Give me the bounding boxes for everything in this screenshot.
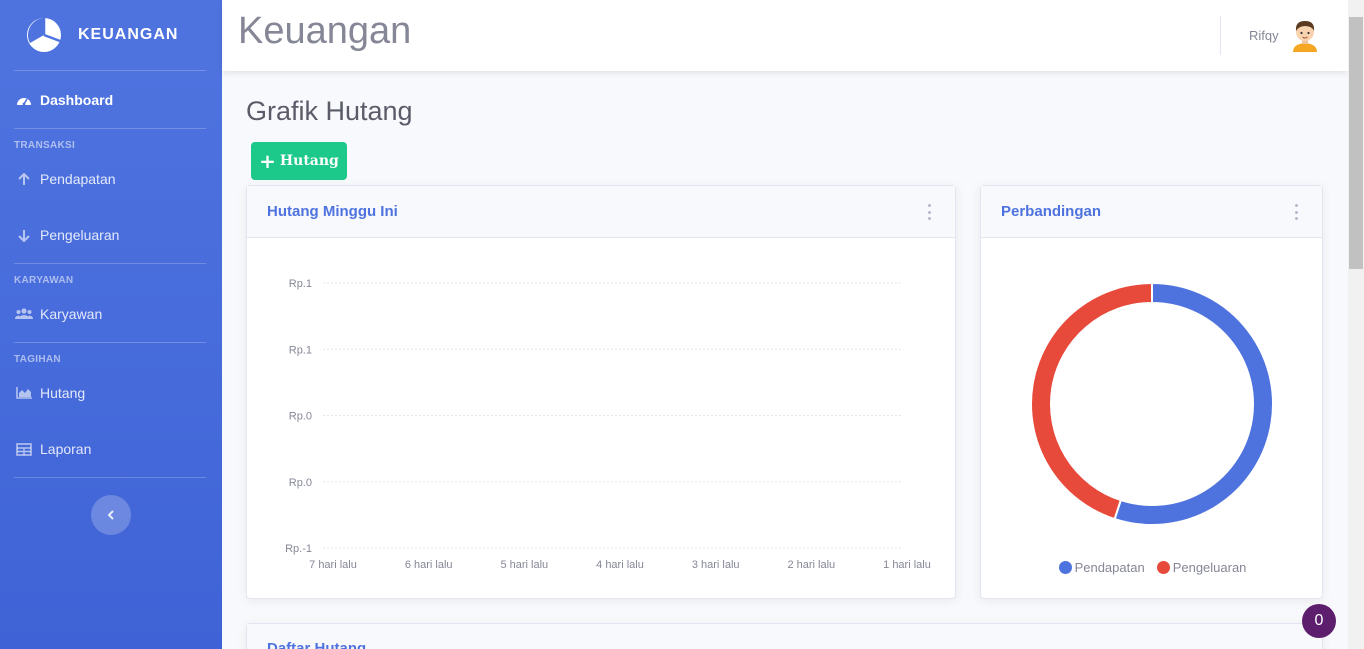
sidebar-item-pengeluaran[interactable]: Pengeluaran xyxy=(0,207,222,263)
sidebar-heading-transaksi: TRANSAKSI xyxy=(14,140,76,151)
legend-label: Pendapatan xyxy=(1074,560,1145,575)
donut-slice-pendapatan[interactable] xyxy=(1113,281,1274,526)
add-hutang-button[interactable]: + Hutang xyxy=(251,142,347,180)
add-hutang-label: Hutang xyxy=(279,153,339,169)
sidebar-item-dashboard[interactable]: Dashboard xyxy=(0,71,222,128)
legend-item-pengeluaran[interactable]: Pengeluaran xyxy=(1156,560,1247,575)
y-tick-label: Rp.0 xyxy=(289,411,312,423)
y-tick-label: Rp.1 xyxy=(289,278,312,290)
card-daftar-hutang: Daftar Hutang xyxy=(246,623,1323,649)
card-title: Daftar Hutang xyxy=(267,640,367,649)
x-tick-label: 5 hari lalu xyxy=(500,559,548,571)
scrollbar-thumb[interactable] xyxy=(1349,17,1363,269)
kebab-menu-icon[interactable] xyxy=(925,204,933,220)
sidebar-item-label: Laporan xyxy=(40,441,92,457)
tachometer-icon xyxy=(15,92,33,108)
donut-slice-pengeluaran[interactable] xyxy=(1030,281,1153,521)
arrow-up-icon xyxy=(15,171,33,187)
sidebar-item-label: Karyawan xyxy=(40,306,103,322)
sidebar-item-label: Pengeluaran xyxy=(40,227,120,243)
card-title: Hutang Minggu Ini xyxy=(267,203,398,220)
page-heading: Grafik Hutang xyxy=(246,96,413,126)
sidebar-item-label: Pendapatan xyxy=(40,171,116,187)
sidebar: KEUANGAN Dashboard TRANSAKSI Pendapatan … xyxy=(0,0,222,649)
topbar: Keuangan Rifqy xyxy=(222,0,1348,71)
user-name: Rifqy xyxy=(1249,27,1279,43)
topbar-divider xyxy=(1220,16,1221,55)
sidebar-heading-tagihan: TAGIHAN xyxy=(14,354,61,365)
x-tick-label: 4 hari lalu xyxy=(596,559,644,571)
sidebar-item-karyawan[interactable]: Karyawan xyxy=(0,286,222,342)
card-header: Hutang Minggu Ini xyxy=(247,186,955,238)
sidebar-item-hutang[interactable]: Hutang xyxy=(0,365,222,421)
card-hutang-minggu-ini: Hutang Minggu Ini Rp.1 Rp.1 Rp.0 Rp.0 Rp.-1 7… xyxy=(246,185,956,599)
sidebar-item-label: Hutang xyxy=(40,385,86,401)
donut-chart xyxy=(1030,281,1274,526)
legend-swatch xyxy=(1058,561,1072,574)
kebab-menu-icon[interactable] xyxy=(1292,204,1300,220)
legend-swatch xyxy=(1156,561,1170,574)
pie-chart-icon xyxy=(27,18,61,52)
area-chart-icon xyxy=(15,385,33,401)
users-icon xyxy=(15,306,33,322)
avatar xyxy=(1292,21,1317,52)
user-menu[interactable]: Rifqy xyxy=(1249,18,1320,52)
sidebar-item-label: Dashboard xyxy=(40,91,114,108)
notification-badge[interactable]: 0 xyxy=(1302,604,1336,638)
plus-icon: + xyxy=(259,149,276,173)
y-tick-label: Rp.-1 xyxy=(285,543,312,555)
x-tick-label: 3 hari lalu xyxy=(692,559,740,571)
chevron-left-icon xyxy=(107,510,114,520)
sidebar-heading-karyawan: KARYAWAN xyxy=(14,275,74,286)
card-header: Daftar Hutang xyxy=(247,624,1322,649)
x-tick-label: 2 hari lalu xyxy=(787,559,835,571)
sidebar-item-laporan[interactable]: Laporan xyxy=(0,421,222,477)
legend-label: Pengeluaran xyxy=(1172,560,1247,575)
legend-item-pendapatan[interactable]: Pendapatan xyxy=(1058,560,1145,575)
card-title: Perbandingan xyxy=(1001,203,1102,220)
sidebar-toggle-button[interactable] xyxy=(91,495,131,535)
x-tick-label: 6 hari lalu xyxy=(405,559,453,571)
topbar-title: Keuangan xyxy=(238,10,412,52)
sidebar-divider xyxy=(14,477,206,478)
sidebar-item-pendapatan[interactable]: Pendapatan xyxy=(0,151,222,207)
y-tick-label: Rp.0 xyxy=(289,477,312,489)
chart-legend: Pendapatan Pengeluaran xyxy=(981,560,1324,575)
x-tick-label: 7 hari lalu xyxy=(309,559,357,571)
sidebar-brand[interactable]: KEUANGAN xyxy=(0,0,222,70)
y-tick-label: Rp.1 xyxy=(289,344,312,356)
arrow-down-icon xyxy=(15,227,33,243)
x-tick-label: 1 hari lalu xyxy=(883,559,931,571)
card-header: Perbandingan xyxy=(981,186,1322,238)
brand-name: KEUANGAN xyxy=(78,26,179,43)
card-perbandingan: Perbandingan Pendapatan Pengeluaran xyxy=(980,185,1323,599)
table-icon xyxy=(15,441,33,457)
line-chart: Rp.1 Rp.1 Rp.0 Rp.0 Rp.-1 7 hari lalu 6 hari l… xyxy=(285,278,931,571)
